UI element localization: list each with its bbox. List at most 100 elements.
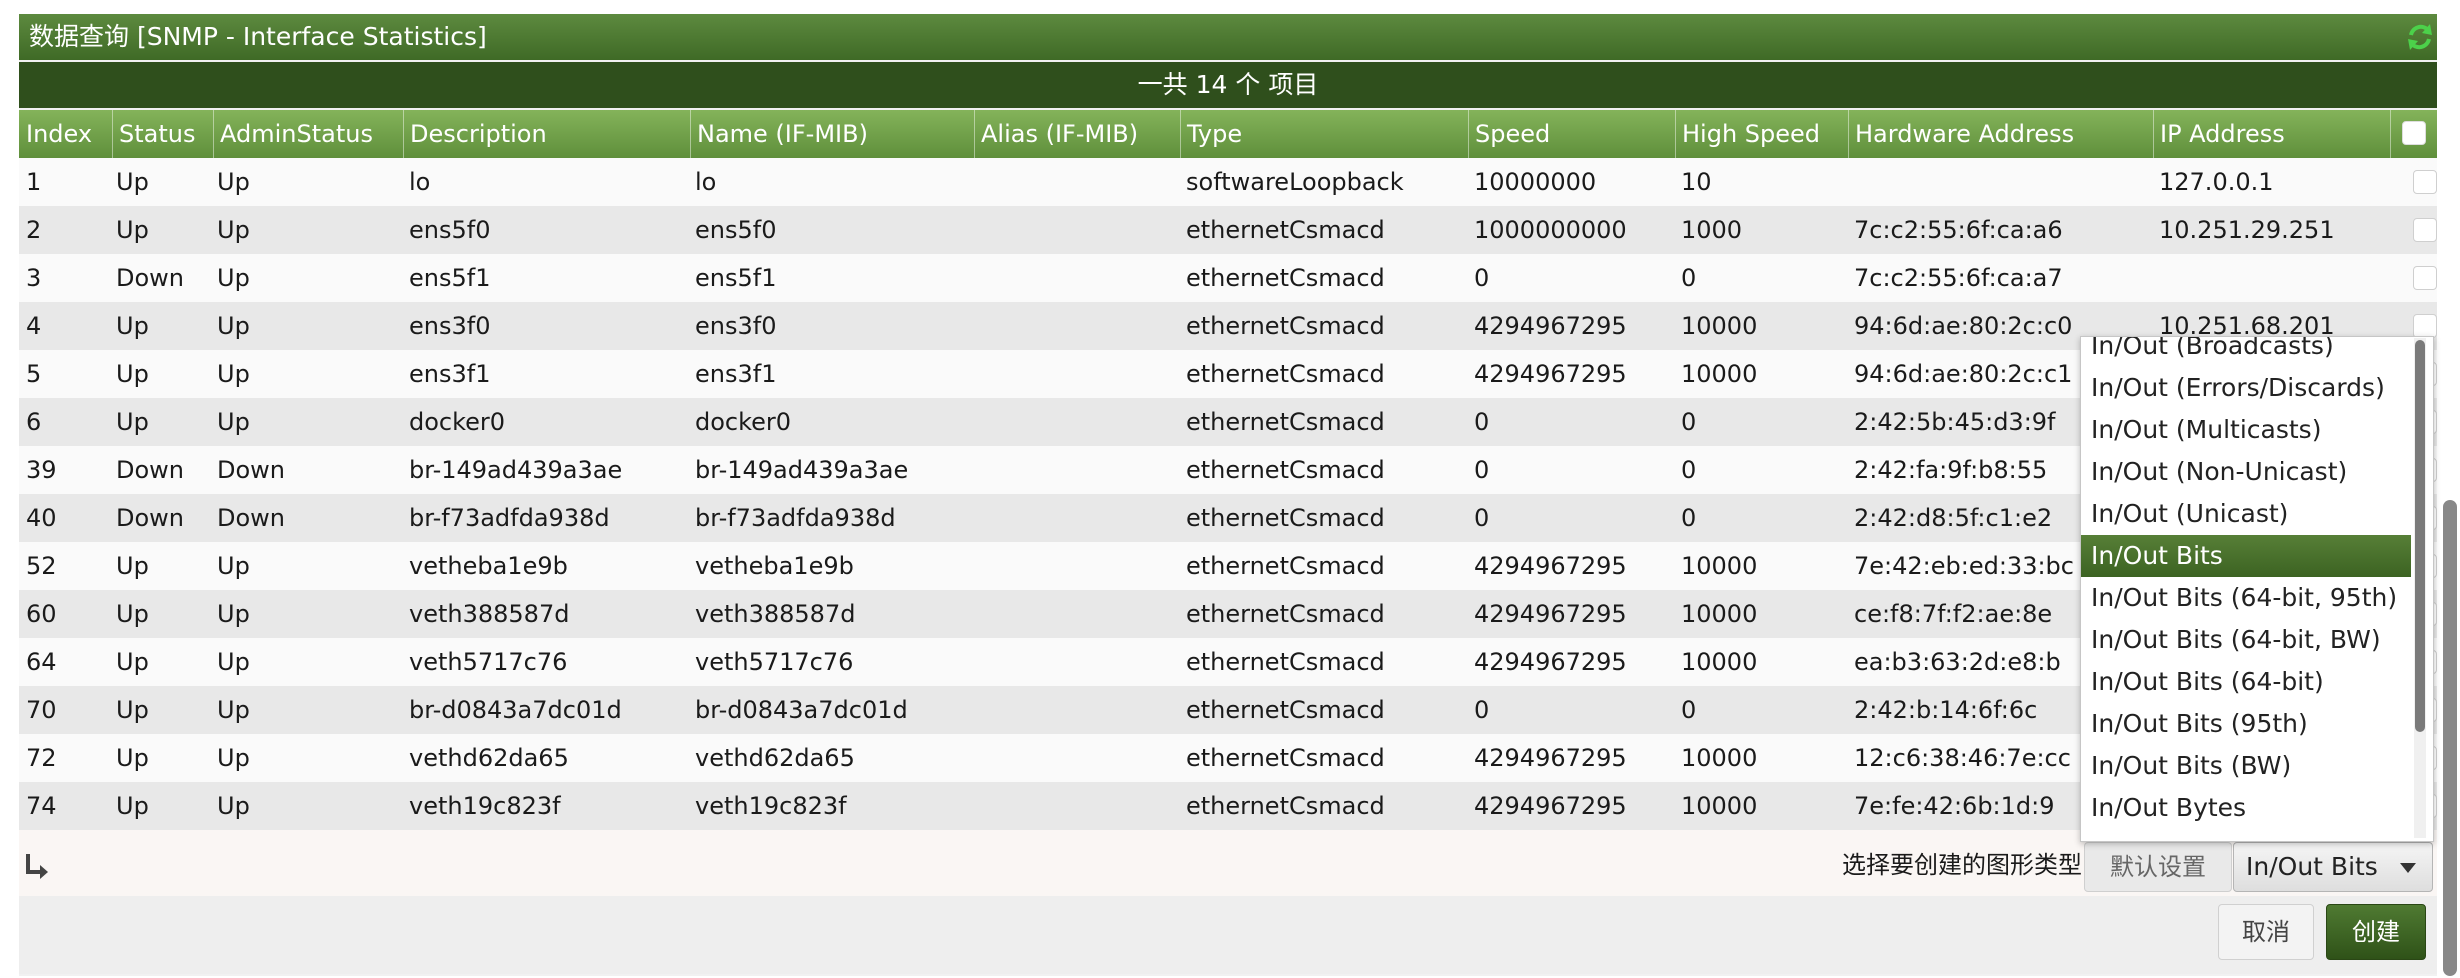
page-title: 数据查询 [SNMP - Interface Statistics]	[29, 22, 487, 51]
row-checkbox[interactable]	[2413, 314, 2437, 338]
cell-adminstatus: Up	[217, 552, 250, 580]
cell-speed: 4294967295	[1474, 792, 1627, 820]
dropdown-option[interactable]: In/Out Bits (64-bit)	[2081, 661, 2411, 703]
col-adminstatus[interactable]: AdminStatus	[213, 110, 403, 158]
cell-index: 1	[26, 168, 42, 196]
table-row[interactable]: 70 Up Up br-d0843a7dc01d br-d0843a7dc01d ethe…	[19, 686, 2437, 734]
dropdown-option[interactable]: In/Out Bits (64-bit, BW)	[2081, 619, 2411, 661]
table-row[interactable]: 3 Down Up ens5f1 ens5f1 ethernetCsmacd 0 0 7c:c2…	[19, 254, 2437, 302]
dropdown-option[interactable]: In/Out Bits (64-bit, 95th)	[2081, 577, 2411, 619]
cell-name: br-149ad439a3ae	[695, 456, 909, 484]
cell-adminstatus: Up	[217, 600, 250, 628]
cell-status: Up	[116, 360, 149, 388]
col-high-speed[interactable]: High Speed	[1675, 110, 1848, 158]
graph-type-dropdown: In/Out (Broadcasts) In/Out (Errors/Discar…	[2080, 336, 2434, 842]
table-row[interactable]: 60 Up Up veth388587d veth388587d ethernetCsma…	[19, 590, 2437, 638]
default-settings-button[interactable]: 默认设置	[2084, 842, 2232, 892]
cell-high-speed: 0	[1681, 456, 1697, 484]
col-description[interactable]: Description	[403, 110, 690, 158]
table-row[interactable]: 52 Up Up vetheba1e9b vetheba1e9b ethernetCsma…	[19, 542, 2437, 590]
col-alias[interactable]: Alias (IF-MIB)	[974, 110, 1180, 158]
cell-high-speed: 10000	[1681, 792, 1758, 820]
table-row[interactable]: 1 Up Up lo lo softwareLoopback 10000000 10 127.0…	[19, 158, 2437, 206]
cell-adminstatus: Down	[217, 504, 286, 532]
cell-status: Up	[116, 168, 149, 196]
cell-hardware-address: 7e:42:eb:ed:33:bc	[1854, 552, 2074, 580]
col-ip-address[interactable]: IP Address	[2153, 110, 2390, 158]
cell-name: veth388587d	[695, 600, 856, 628]
row-checkbox[interactable]	[2413, 218, 2437, 242]
row-checkbox[interactable]	[2413, 266, 2437, 290]
page-scrollbar[interactable]	[2443, 500, 2457, 976]
cell-type: softwareLoopback	[1186, 168, 1404, 196]
select-all-checkbox[interactable]	[2402, 121, 2426, 145]
row-checkbox[interactable]	[2413, 170, 2437, 194]
cancel-button[interactable]: 取消	[2218, 904, 2314, 960]
dropdown-scrollbar-thumb[interactable]	[2415, 340, 2425, 732]
col-speed[interactable]: Speed	[1468, 110, 1675, 158]
graph-type-select-value: In/Out Bits	[2246, 852, 2378, 881]
cell-status: Up	[116, 648, 149, 676]
table-row[interactable]: 72 Up Up vethd62da65 vethd62da65 ethernetCsma…	[19, 734, 2437, 782]
cell-status: Down	[116, 264, 185, 292]
table-row[interactable]: 2 Up Up ens5f0 ens5f0 ethernetCsmacd 100000000…	[19, 206, 2437, 254]
cell-speed: 4294967295	[1474, 600, 1627, 628]
cell-adminstatus: Up	[217, 264, 250, 292]
cell-status: Up	[116, 312, 149, 340]
dropdown-option[interactable]: In/Out Bits (95th)	[2081, 703, 2411, 745]
cell-name: vethd62da65	[695, 744, 855, 772]
cell-index: 64	[26, 648, 57, 676]
cell-description: veth5717c76	[409, 648, 568, 676]
dropdown-option[interactable]: In/Out Bytes	[2081, 787, 2411, 829]
dropdown-option[interactable]: In/Out (Non-Unicast)	[2081, 451, 2411, 493]
cell-hardware-address: 2:42:fa:9f:b8:55	[1854, 456, 2048, 484]
cell-hardware-address: 12:c6:38:46:7e:cc	[1854, 744, 2071, 772]
cell-speed: 0	[1474, 456, 1490, 484]
dropdown-option[interactable]: In/Out (Multicasts)	[2081, 409, 2411, 451]
cell-index: 39	[26, 456, 57, 484]
cell-high-speed: 10000	[1681, 360, 1758, 388]
dropdown-option[interactable]: In/Out (Errors/Discards)	[2081, 367, 2411, 409]
cell-description: vetheba1e9b	[409, 552, 568, 580]
cell-description: veth388587d	[409, 600, 570, 628]
cell-type: ethernetCsmacd	[1186, 408, 1385, 436]
cell-speed: 0	[1474, 408, 1490, 436]
dropdown-option[interactable]: In/Out (Broadcasts)	[2081, 337, 2411, 367]
table-row[interactable]: 39 Down Down br-149ad439a3ae br-149ad439a3ae…	[19, 446, 2437, 494]
cell-type: ethernetCsmacd	[1186, 456, 1385, 484]
cell-type: ethernetCsmacd	[1186, 552, 1385, 580]
col-type[interactable]: Type	[1180, 110, 1468, 158]
cell-name: vetheba1e9b	[695, 552, 854, 580]
graph-type-select[interactable]: In/Out Bits	[2233, 842, 2433, 892]
cell-type: ethernetCsmacd	[1186, 360, 1385, 388]
table-row[interactable]: 64 Up Up veth5717c76 veth5717c76 ethernetCsma…	[19, 638, 2437, 686]
col-index[interactable]: Index	[19, 110, 112, 158]
create-button[interactable]: 创建	[2326, 904, 2426, 960]
dropdown-option[interactable]: In/Out Bits	[2081, 535, 2411, 577]
table-row[interactable]: 5 Up Up ens3f1 ens3f1 ethernetCsmacd 429496729…	[19, 350, 2437, 398]
cell-high-speed: 0	[1681, 504, 1697, 532]
cell-status: Up	[116, 696, 149, 724]
refresh-icon[interactable]	[2403, 20, 2437, 54]
col-name[interactable]: Name (IF-MIB)	[690, 110, 974, 158]
cell-adminstatus: Up	[217, 312, 250, 340]
graph-type-label: 选择要创建的图形类型	[1842, 851, 2082, 879]
dropdown-option[interactable]: In/Out Bits (BW)	[2081, 745, 2411, 787]
cell-name: ens3f1	[695, 360, 777, 388]
cell-type: ethernetCsmacd	[1186, 600, 1385, 628]
cell-index: 2	[26, 216, 42, 244]
table-row[interactable]: 74 Up Up veth19c823f veth19c823f ethernetCsma…	[19, 782, 2437, 830]
table-row[interactable]: 4 Up Up ens3f0 ens3f0 ethernetCsmacd 429496729…	[19, 302, 2437, 350]
cell-adminstatus: Up	[217, 360, 250, 388]
title-bar: 数据查询 [SNMP - Interface Statistics]	[19, 14, 2437, 60]
table-row[interactable]: 40 Down Down br-f73adfda938d br-f73adfda938d…	[19, 494, 2437, 542]
table-header: Index Status AdminStatus Description Nam…	[19, 110, 2437, 158]
table-row[interactable]: 6 Up Up docker0 docker0 ethernetCsmacd 0 0 2:42:…	[19, 398, 2437, 446]
dropdown-option[interactable]: In/Out (Unicast)	[2081, 493, 2411, 535]
cell-adminstatus: Up	[217, 216, 250, 244]
cell-name: docker0	[695, 408, 792, 436]
cell-hardware-address: 2:42:b:14:6f:6c	[1854, 696, 2038, 724]
col-status[interactable]: Status	[112, 110, 213, 158]
col-hardware-address[interactable]: Hardware Address	[1848, 110, 2153, 158]
cell-high-speed: 1000	[1681, 216, 1743, 244]
